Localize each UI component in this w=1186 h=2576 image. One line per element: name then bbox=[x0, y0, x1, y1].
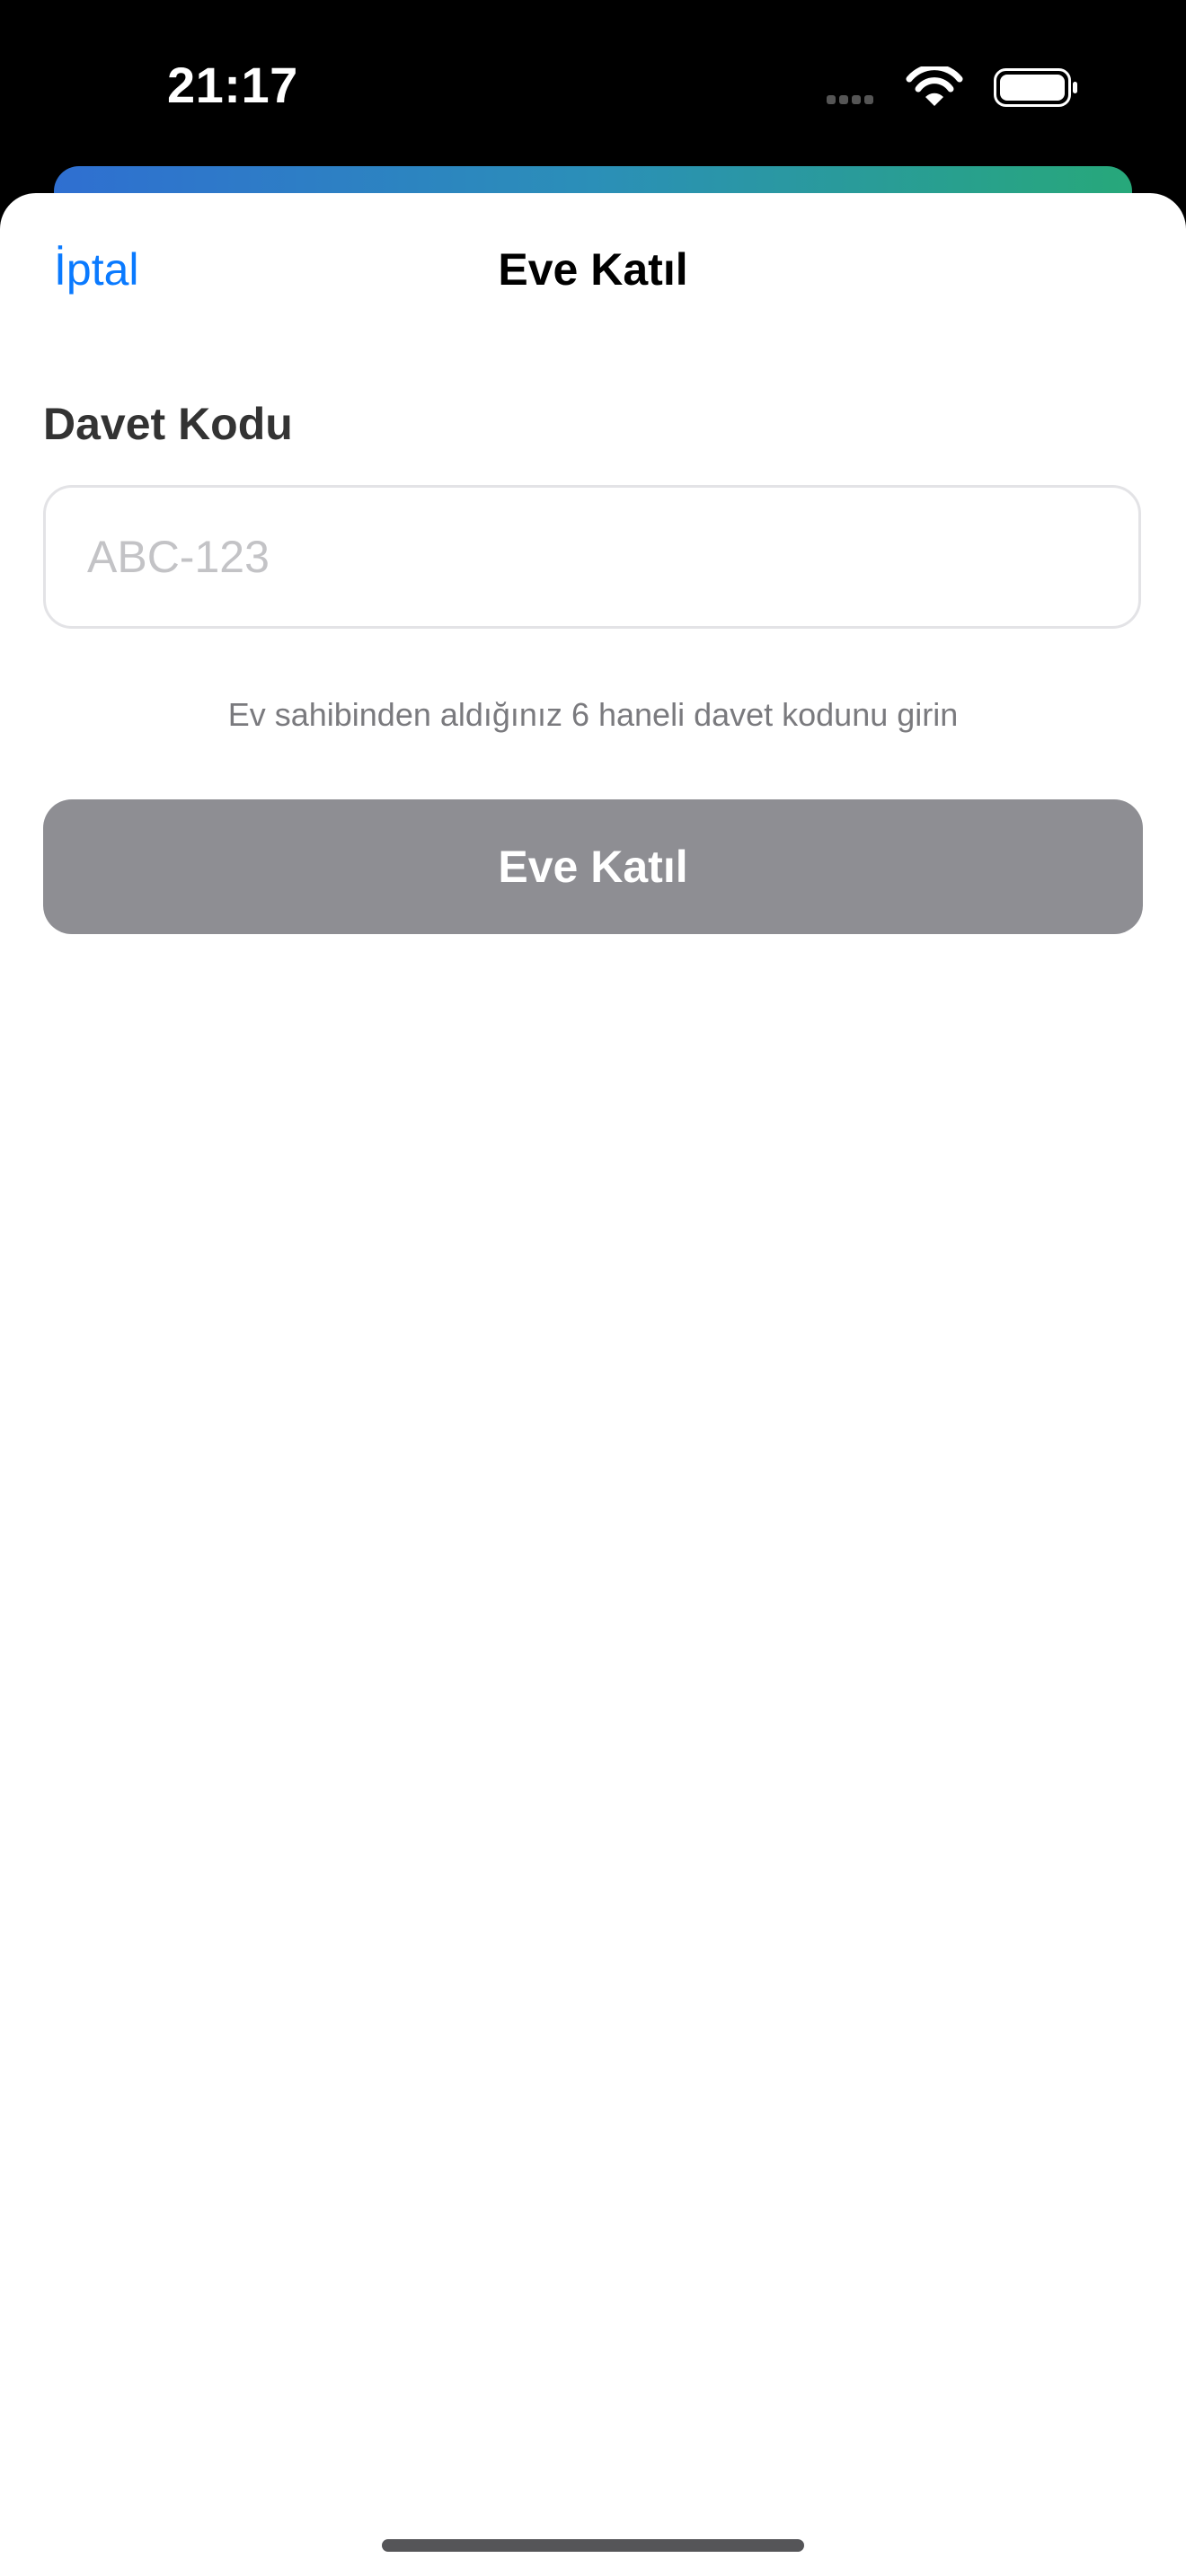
status-time: 21:17 bbox=[167, 57, 298, 113]
battery-icon bbox=[994, 68, 1077, 107]
join-home-button[interactable]: Eve Katıl bbox=[43, 799, 1143, 934]
invite-code-input[interactable] bbox=[43, 485, 1141, 629]
invite-code-label: Davet Kodu bbox=[43, 399, 293, 449]
home-indicator bbox=[382, 2539, 804, 2552]
cellular-signal-icon bbox=[827, 95, 873, 104]
status-icons bbox=[827, 66, 1077, 107]
join-home-sheet: İptal Eve Katıl Davet Kodu Ev sahibinden… bbox=[0, 193, 1186, 2576]
invite-code-hint: Ev sahibinden aldığınız 6 haneli davet k… bbox=[227, 696, 959, 733]
wifi-icon bbox=[906, 66, 963, 106]
sheet-title: Eve Katıl bbox=[498, 244, 688, 295]
status-bar: 21:17 bbox=[0, 0, 1186, 171]
